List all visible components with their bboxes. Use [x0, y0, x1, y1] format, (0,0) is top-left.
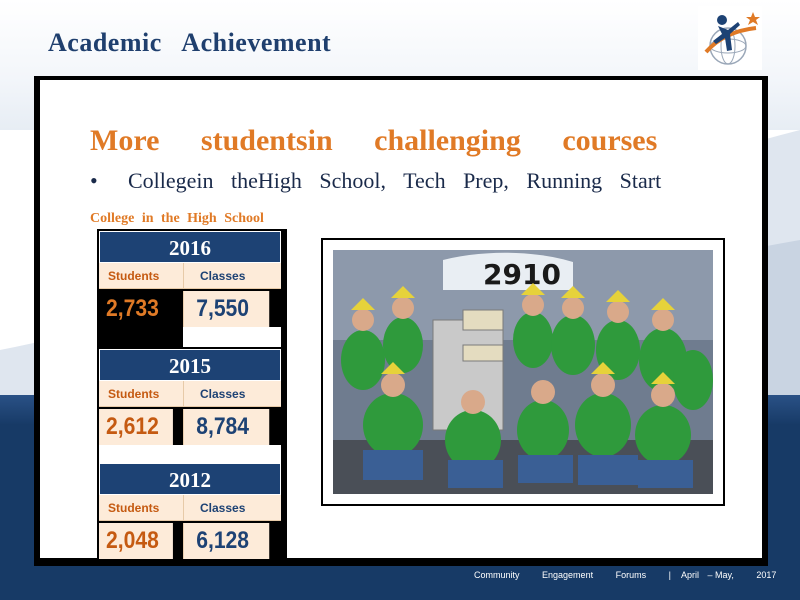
year-header-2016: 2016 [99, 231, 281, 263]
bullet-text: Collegein theHigh School, Tech Prep, Run… [128, 168, 662, 193]
row-spacer [183, 327, 281, 347]
footer: Community Engagement Forums | April – Ma… [474, 570, 796, 580]
logo-icon [698, 6, 762, 70]
stats-table: 2016 Students Classes 2,733 7,550 2015 S… [97, 229, 287, 559]
footer-item: April [680, 570, 699, 580]
students-value: 2,612 [99, 409, 173, 445]
classes-label: Classes [183, 381, 281, 407]
footer-item: – May, [707, 570, 734, 580]
classes-value: 6,128 [183, 523, 270, 559]
students-label: Students [99, 263, 183, 289]
bullet-item: • Collegein theHigh School, Tech Prep, Ru… [90, 168, 661, 194]
table-subheading: College in the High School [90, 211, 264, 226]
classes-value: 7,550 [183, 291, 270, 327]
slide-title: Academic Achievement [48, 28, 332, 57]
team-photo: 2910 [333, 250, 713, 494]
classes-label: Classes [183, 263, 281, 289]
year-header-2015: 2015 [99, 349, 281, 381]
section-heading: More studentsin challenging courses [90, 124, 658, 157]
bullet-marker: • [90, 168, 98, 193]
footer-item: Community [474, 570, 520, 580]
footer-item: | [668, 570, 671, 580]
footer-item: Forums [615, 570, 647, 580]
row-spacer [99, 445, 281, 465]
classes-value: 8,784 [183, 409, 270, 445]
footer-item: Engagement [542, 570, 594, 580]
banner-number: 2910 [483, 258, 561, 291]
students-value: 2,048 [99, 523, 173, 559]
students-value: 2,733 [99, 291, 173, 327]
year-header-2012: 2012 [99, 463, 281, 495]
footer-item: 2017 [756, 570, 777, 580]
students-label: Students [99, 495, 183, 521]
students-label: Students [99, 381, 183, 407]
classes-label: Classes [183, 495, 281, 521]
